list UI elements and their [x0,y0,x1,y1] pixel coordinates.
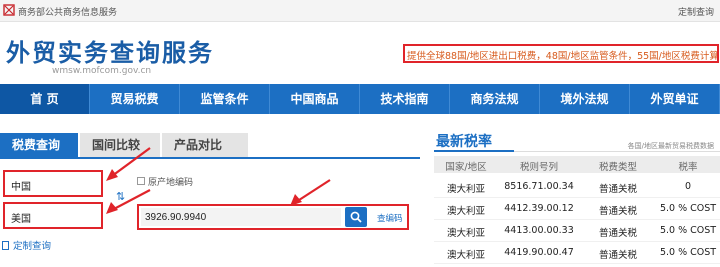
row-country: 澳大利亚 [446,184,485,195]
search-button[interactable] [345,207,367,227]
tab-country-compare[interactable]: 国间比较 [80,133,160,157]
tab-tax-query[interactable]: 税费查询 [0,133,78,157]
row-tariff-line: 4413.00.00.33 [504,225,574,236]
search-icon [350,211,362,223]
top-bar: 商务部公共商务信息服务 定制查询 [0,0,720,22]
swap-icon[interactable]: ⇅ [116,190,125,203]
row-rate: 5.0 % COST [659,225,717,236]
row-country: 澳大利亚 [446,250,485,261]
row-rate: 5.0 % COST [659,203,717,214]
row-tax-type: 普通关税 [598,250,637,261]
header-tariff-line: 税则号列 [519,162,558,173]
nav-item-trade-docs[interactable]: 外贸单证 [630,84,720,114]
rates-table-header: 国家/地区 税则号列 税费类型 税率 [434,156,720,173]
from-country-field[interactable]: 中国 [3,170,103,197]
query-tabs: 税费查询 国间比较 产品对比 [0,133,420,157]
nav-item-home[interactable]: 首 页 [0,84,90,114]
tab-product-compare[interactable]: 产品对比 [162,133,248,157]
ministry-logo-icon [3,4,15,16]
table-row[interactable]: 澳大利亚 8516.71.00.34 普通关税 0 [434,178,720,198]
nav-item-trade-tax[interactable]: 贸易税费 [90,84,180,114]
row-tariff-line: 8516.71.00.34 [504,181,574,192]
row-rate: 5.0 % COST [659,247,717,258]
table-row[interactable]: 澳大利亚 4419.90.00.47 普通关税 5.0 % COST [434,244,720,264]
latest-rates-title: 最新税率 [436,134,492,150]
custom-query-top-link[interactable]: 定制查询 [678,5,714,18]
arrow-head-1 [106,169,118,181]
header-rate: 税率 [678,162,698,173]
row-tariff-line: 4419.90.00.47 [504,247,574,258]
site-domain: wmsw.mofcom.gov.cn [52,66,152,76]
header-country: 国家/地区 [445,162,487,173]
document-icon [2,241,9,250]
hs-code-box: 查编码 [137,204,409,230]
row-tariff-line: 4412.39.00.12 [504,203,574,214]
row-country: 澳大利亚 [446,228,485,239]
row-tax-type: 普通关税 [598,228,637,239]
to-country-field[interactable]: 美国 [3,202,103,229]
main-nav: 首 页 贸易税费 监管条件 中国商品 技术指南 商务法规 境外法规 外贸单证 [0,84,720,114]
code-lookup-link[interactable]: 查编码 [377,212,403,224]
row-rate: 0 [684,181,692,192]
hs-code-input[interactable] [141,208,341,226]
nav-item-commerce-law[interactable]: 商务法规 [450,84,540,114]
table-row[interactable]: 澳大利亚 4413.00.00.33 普通关税 5.0 % COST [434,222,720,242]
arrow-to-code-field [295,179,331,203]
latest-divider-accent [434,150,514,152]
custom-query-label: 定制查询 [13,241,52,252]
tab-underline [0,157,420,159]
table-row[interactable]: 澳大利亚 4412.39.00.12 普通关税 5.0 % COST [434,200,720,220]
row-tax-type: 普通关税 [598,206,637,217]
row-tax-type: 普通关税 [598,184,637,195]
custom-query-link[interactable]: 定制查询 [2,238,51,252]
promo-banner[interactable]: 提供全球88国/地区进出口税费，48国/地区监管条件，55国/地区税费计算 [403,44,719,63]
row-country: 澳大利亚 [446,206,485,217]
nav-item-tech-guide[interactable]: 技术指南 [360,84,450,114]
org-name: 商务部公共商务信息服务 [18,8,118,18]
origin-code-label: 原产地编码 [148,178,194,188]
origin-code-checkbox[interactable] [137,177,145,185]
arrow-head-2 [106,202,118,214]
nav-item-regulatory[interactable]: 监管条件 [180,84,270,114]
nav-item-china-goods[interactable]: 中国商品 [270,84,360,114]
latest-rates-subtitle: 各国/地区最新贸易税费数据 [627,142,714,150]
nav-item-foreign-law[interactable]: 境外法规 [540,84,630,114]
header-tax-type: 税费类型 [598,162,637,173]
site-title: 外贸实务查询服务 [6,39,214,67]
